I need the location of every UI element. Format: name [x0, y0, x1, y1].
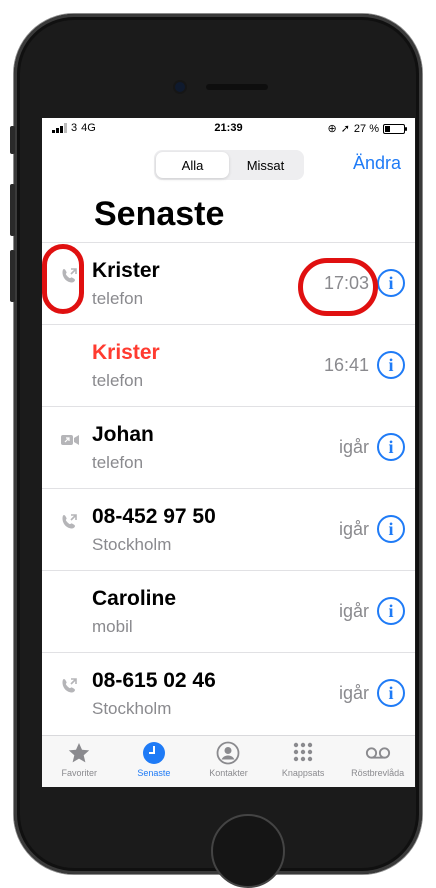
call-time: 16:41 [323, 355, 369, 375]
star-icon [66, 740, 92, 766]
tab-label: Senaste [137, 768, 171, 778]
call-type: telefon [92, 371, 144, 390]
call-type: Stockholm [92, 535, 172, 554]
caller-name: Caroline [92, 587, 177, 610]
tab-label: Röstbrevlåda [351, 768, 405, 778]
volume-down-button [10, 250, 15, 302]
orientation-lock-icon: ⊕ [327, 123, 337, 135]
phone-screen: 3 4G 21:39 ⊕ ➚ 27 % Alla Missat Ändra Se… [42, 118, 415, 787]
annotation-circle-call-time [298, 258, 378, 316]
call-type: telefon [92, 289, 144, 308]
info-icon[interactable]: i [377, 351, 405, 379]
call-time: igår [338, 601, 369, 621]
home-button[interactable] [211, 814, 285, 888]
tab-voicemail[interactable]: Röstbrevlåda [340, 736, 415, 787]
tab-label: Favoriter [61, 768, 98, 778]
front-camera [175, 82, 185, 92]
caller-name: Johan [92, 423, 154, 446]
caller-name: 08-452 97 50 [92, 505, 216, 528]
outgoing-call-icon [60, 677, 78, 695]
page-title: Senaste [94, 195, 225, 233]
tab-contacts[interactable]: Kontakter [191, 736, 266, 787]
battery-icon [383, 123, 407, 134]
tab-label: Kontakter [209, 768, 248, 778]
tab-bar: Favoriter Senaste Kontakter Knappsats Rö… [42, 735, 415, 787]
segment-missed[interactable]: Missat [229, 152, 302, 178]
clock-icon [141, 740, 167, 766]
call-row[interactable]: Caroline mobil igår i [42, 570, 415, 652]
tab-label: Knappsats [281, 768, 325, 778]
info-icon[interactable]: i [377, 433, 405, 461]
facetime-video-icon [60, 431, 79, 449]
recent-calls-list: Krister telefon 17:03 i Krister telefon … [42, 242, 415, 734]
caller-name: Krister [92, 341, 160, 364]
outgoing-call-icon [60, 513, 78, 531]
volume-up-button [10, 184, 15, 236]
tab-keypad[interactable]: Knappsats [266, 736, 341, 787]
call-row[interactable]: Johan telefon igår i [42, 406, 415, 488]
battery-percent: 27 % [353, 122, 379, 135]
tab-recents[interactable]: Senaste [117, 736, 192, 787]
caller-name: Krister [92, 259, 160, 282]
contact-icon [215, 740, 241, 766]
status-right: ⊕ ➚ 27 % [327, 122, 407, 135]
call-row[interactable]: 08-615 02 46 Stockholm igår i [42, 652, 415, 734]
mute-switch [10, 126, 15, 154]
call-row[interactable]: Krister telefon 16:41 i [42, 324, 415, 406]
call-time: igår [338, 519, 369, 539]
call-row[interactable]: 08-452 97 50 Stockholm igår i [42, 488, 415, 570]
tab-favorites[interactable]: Favoriter [42, 736, 117, 787]
filter-segmented-control: Alla Missat [154, 150, 304, 180]
keypad-icon [290, 740, 316, 766]
location-icon: ➚ [340, 123, 350, 135]
annotation-circle-call-icon [42, 244, 84, 314]
voicemail-icon [365, 740, 391, 766]
info-icon[interactable]: i [377, 597, 405, 625]
call-time: igår [338, 683, 369, 703]
info-icon[interactable]: i [377, 679, 405, 707]
segment-all[interactable]: Alla [156, 152, 229, 178]
call-type: mobil [92, 617, 133, 636]
status-bar: 3 4G 21:39 ⊕ ➚ 27 % [42, 118, 415, 138]
call-time: igår [338, 437, 369, 457]
info-icon[interactable]: i [377, 515, 405, 543]
earpiece-speaker [206, 84, 268, 90]
edit-button[interactable]: Ändra [353, 153, 401, 174]
caller-name: 08-615 02 46 [92, 669, 216, 692]
call-type: Stockholm [92, 699, 172, 718]
call-type: telefon [92, 453, 144, 472]
info-icon[interactable]: i [377, 269, 405, 297]
